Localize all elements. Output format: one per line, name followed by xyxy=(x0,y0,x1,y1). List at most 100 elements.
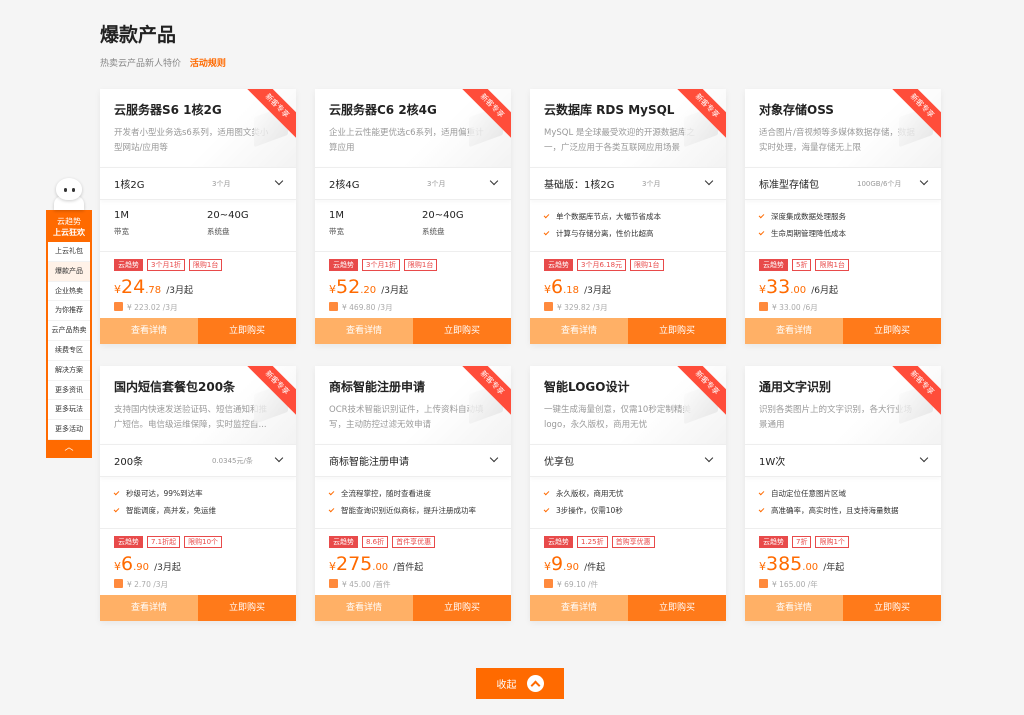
promo-tag: 限购1台 xyxy=(403,259,438,271)
promo-tag: 云趋势 xyxy=(114,259,143,271)
view-details-button[interactable]: 查看详情 xyxy=(530,318,628,344)
price-unit: /3月起 xyxy=(584,286,611,296)
spec-select[interactable]: 200条 0.0345元/条 xyxy=(100,444,296,477)
side-nav-item[interactable]: 爆款产品 xyxy=(48,261,90,282)
side-nav-item[interactable]: 更多玩法 xyxy=(48,400,90,421)
chevron-down-icon xyxy=(919,176,929,186)
card-header: 新客专享 通用文字识别 识别各类图片上的文字识别，各大行业场景通用 xyxy=(745,366,941,444)
feature-text: 单个数据库节点，大幅节省成本 xyxy=(556,212,661,221)
buy-now-button[interactable]: 立即购买 xyxy=(628,318,726,344)
feature-text: 智能调度，高并发，免运维 xyxy=(126,506,216,515)
price-area: 云趋势 3个月1折 限购1台 ¥52.20 /3月起 ¥ 469.80 /3月 xyxy=(315,252,511,318)
spec-select[interactable]: 2核4G 3个月 xyxy=(315,167,511,200)
spec-select[interactable]: 1W次 xyxy=(745,444,941,477)
spec-select[interactable]: 商标智能注册申请 xyxy=(315,444,511,477)
select-value: 2核4G xyxy=(329,180,360,191)
spec-label: 带宽 xyxy=(329,227,344,236)
side-nav-header[interactable]: 云趋势 上云狂欢 xyxy=(48,212,90,242)
currency-symbol: ¥ xyxy=(544,560,551,573)
promo-tag: 云趋势 xyxy=(114,536,143,548)
side-nav-item[interactable]: 解决方案 xyxy=(48,361,90,381)
promo-tag: 云趋势 xyxy=(759,259,788,271)
buy-now-button[interactable]: 立即购买 xyxy=(843,318,941,344)
side-nav-item[interactable]: 为你推荐 xyxy=(48,301,90,322)
chevron-down-icon xyxy=(274,453,284,463)
product-desc: OCR技术智能识别证件，上传资料自动填写，主动防控过滤无效申请 xyxy=(329,405,484,430)
card-actions: 查看详情 立即购买 xyxy=(745,595,941,621)
price-area: 云趋势 3个月6.18元 限购1台 ¥6.18 /3月起 ¥ 329.82 /3月 xyxy=(530,252,726,318)
buy-now-button[interactable]: 立即购买 xyxy=(843,595,941,621)
side-nav-up-button[interactable]: ︿ xyxy=(48,439,90,456)
original-price: ¥ 469.80 /3月 xyxy=(329,302,497,313)
view-details-button[interactable]: 查看详情 xyxy=(315,595,413,621)
buy-now-button[interactable]: 立即购买 xyxy=(198,595,296,621)
tag-row: 云趋势 5折 限购1台 xyxy=(759,259,927,271)
currency-symbol: ¥ xyxy=(759,560,766,573)
buy-now-button[interactable]: 立即购买 xyxy=(628,595,726,621)
shop-icon xyxy=(759,302,768,311)
feature-text: 计算与存储分离，性价比超高 xyxy=(556,229,654,238)
view-details-button[interactable]: 查看详情 xyxy=(745,595,843,621)
promo-tag: 首件享优惠 xyxy=(392,536,436,548)
promo-tag: 5折 xyxy=(792,259,812,271)
view-details-button[interactable]: 查看详情 xyxy=(315,318,413,344)
feature-list: 深度集成数据处理服务 生命周期管理降低成本 xyxy=(745,200,941,252)
select-value: 1W次 xyxy=(759,457,786,468)
buy-now-button[interactable]: 立即购买 xyxy=(413,318,511,344)
side-nav-item[interactable]: 企业热卖 xyxy=(48,282,90,302)
price: ¥9.90 /件起 xyxy=(544,553,712,575)
original-price-text: ¥ 33.00 /6月 xyxy=(772,303,818,312)
side-nav-item[interactable]: 更多活动 xyxy=(48,420,90,440)
price: ¥6.18 /3月起 xyxy=(544,276,712,298)
select-hint: 3个月 xyxy=(642,179,661,188)
spec-select[interactable]: 1核2G 3个月 xyxy=(100,167,296,200)
collapse-button[interactable]: 收起 xyxy=(476,668,564,699)
price-area: 云趋势 7.1折起 限购10个 ¥6.90 /3月起 ¥ 2.70 /3月 xyxy=(100,529,296,595)
view-details-button[interactable]: 查看详情 xyxy=(100,318,198,344)
feature-list: 永久版权，商用无忧 3步操作，仅需10秒 xyxy=(530,477,726,529)
check-icon xyxy=(328,506,335,513)
promo-tag: 1.25折 xyxy=(577,536,608,548)
feature-text: 自动定位任意图片区域 xyxy=(771,489,846,498)
currency-symbol: ¥ xyxy=(759,283,766,296)
buy-now-button[interactable]: 立即购买 xyxy=(198,318,296,344)
spec-select[interactable]: 优享包 xyxy=(530,444,726,477)
side-nav-item[interactable]: 云产品热卖 xyxy=(48,321,90,341)
select-value: 商标智能注册申请 xyxy=(329,457,409,468)
spec-select[interactable]: 标准型存储包 100GB/6个月 xyxy=(745,167,941,200)
product-card: 新客专享 云服务器C6 2核4G 企业上云性能更优选c6系列，适用偏重计算应用 2核4… xyxy=(315,89,511,344)
rules-link[interactable]: 活动规则 xyxy=(190,59,226,69)
view-details-button[interactable]: 查看详情 xyxy=(745,318,843,344)
view-details-button[interactable]: 查看详情 xyxy=(530,595,628,621)
side-nav-item[interactable]: 续费专区 xyxy=(48,341,90,361)
promo-tag: 3个月6.18元 xyxy=(577,259,627,271)
feature-list: 全流程掌控，随时查看进度 智能查询识别近似商标，提升注册成功率 xyxy=(315,477,511,529)
price-decimal: .90 xyxy=(133,562,149,573)
side-nav-item[interactable]: 上云礼包 xyxy=(48,242,90,262)
buy-now-button[interactable]: 立即购买 xyxy=(413,595,511,621)
chevron-up-icon xyxy=(526,675,544,692)
price-decimal: .90 xyxy=(563,562,579,573)
view-details-button[interactable]: 查看详情 xyxy=(100,595,198,621)
product-card: 新客专享 国内短信套餐包200条 支持国内快速发送验证码、短信通知和推广短信。电信级… xyxy=(100,366,296,621)
spec-item: 20~40G 系统盘 xyxy=(422,210,464,237)
spec-label: 系统盘 xyxy=(422,227,445,236)
tag-row: 云趋势 3个月1折 限购1台 xyxy=(114,259,282,271)
price-unit: /3月起 xyxy=(166,286,193,296)
product-card: 新客专享 云服务器S6 1核2G 开发者小型业务选s6系列，适用图文类小型网站/应用… xyxy=(100,89,296,344)
side-nav-item[interactable]: 更多资讯 xyxy=(48,381,90,401)
original-price-text: ¥ 69.10 /件 xyxy=(557,580,599,589)
price-area: 云趋势 1.25折 首购享优惠 ¥9.90 /件起 ¥ 69.10 /件 xyxy=(530,529,726,595)
spec-select[interactable]: 基础版：1核2G 3个月 xyxy=(530,167,726,200)
price: ¥6.90 /3月起 xyxy=(114,553,282,575)
check-icon xyxy=(543,229,550,236)
original-price: ¥ 223.02 /3月 xyxy=(114,302,282,313)
card-header: 新客专享 智能LOGO设计 一键生成海量创意，仅需10秒定制精美logo，永久版权，… xyxy=(530,366,726,444)
original-price: ¥ 165.00 /年 xyxy=(759,579,927,590)
collapse-label: 收起 xyxy=(496,680,517,691)
tag-row: 云趋势 3个月1折 限购1台 xyxy=(329,259,497,271)
promo-tag: 限购1台 xyxy=(815,259,849,271)
feature-item: 秒级可达，99%到达率 xyxy=(113,485,282,502)
currency-symbol: ¥ xyxy=(544,283,551,296)
shop-icon xyxy=(544,302,553,311)
